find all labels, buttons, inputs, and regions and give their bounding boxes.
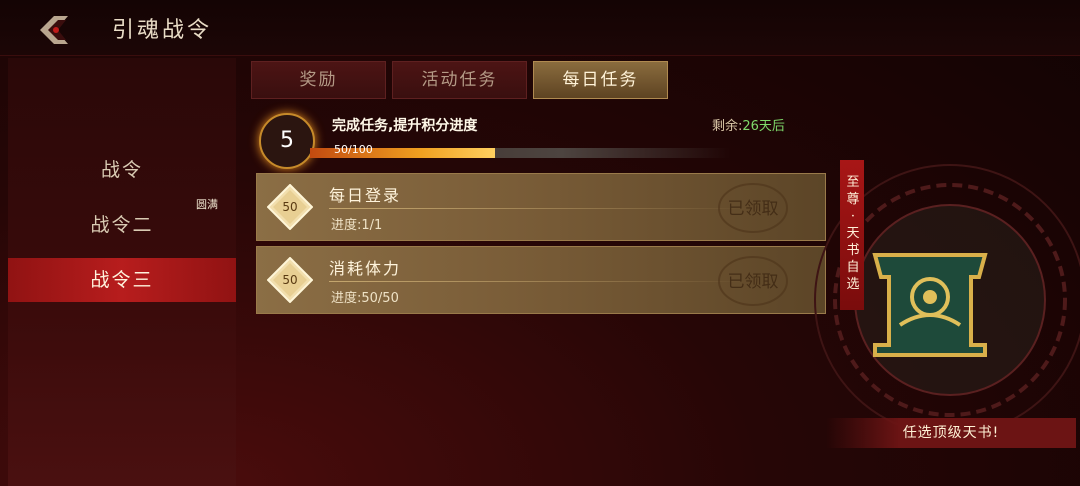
claimed-stamp-text: 已领取 [728, 272, 779, 292]
task-divider [329, 208, 749, 209]
points-diamond-icon: 50 [267, 257, 313, 303]
tab-event-tasks[interactable]: 活动任务 [392, 61, 527, 99]
task-divider [329, 281, 749, 282]
sidebar: 战令 战令二 战令三 [8, 58, 236, 486]
claimed-stamp-icon: 已领取 [718, 183, 788, 233]
page-title: 引魂战令 [112, 18, 213, 43]
choose-reward-button[interactable]: 任选顶级天书! [826, 418, 1076, 448]
level-indicator: 5 [259, 113, 315, 169]
tab-rewards[interactable]: 奖励 [251, 61, 386, 99]
progress-value: 50/100 [334, 143, 373, 156]
sidebar-item-zhanling-1[interactable]: 战令 [8, 148, 236, 192]
remaining-time: 剩余:26天后 [712, 115, 785, 134]
progress-bar [310, 148, 730, 158]
back-arrow-icon [40, 16, 68, 44]
sidebar-item-zhanling-3[interactable]: 战令三 [8, 258, 236, 302]
task-title: 消耗体力 [329, 259, 402, 278]
back-button[interactable] [26, 8, 90, 52]
task-progress: 进度:50/50 [331, 291, 399, 306]
task-title: 每日登录 [329, 186, 402, 205]
claimed-stamp-text: 已领取 [728, 199, 779, 219]
points-diamond-icon: 50 [267, 184, 313, 230]
task-points: 50 [282, 200, 297, 214]
remaining-days: 26天后 [742, 119, 785, 134]
complete-badge: 圆满 [196, 198, 218, 211]
task-points: 50 [282, 273, 297, 287]
tab-daily-tasks[interactable]: 每日任务 [533, 61, 668, 99]
top-bar: 引魂战令 [0, 0, 1080, 56]
task-row: 50 消耗体力 进度:50/50 已领取 [256, 246, 826, 314]
task-progress: 进度:1/1 [331, 218, 383, 233]
remaining-prefix: 剩余: [712, 119, 743, 134]
progress-label: 完成任务,提升积分进度 [332, 118, 478, 134]
claimed-stamp-icon: 已领取 [718, 256, 788, 306]
task-row: 50 每日登录 进度:1/1 已领取 [256, 173, 826, 241]
reward-banner-text: 至尊·天书自选 [846, 175, 860, 292]
